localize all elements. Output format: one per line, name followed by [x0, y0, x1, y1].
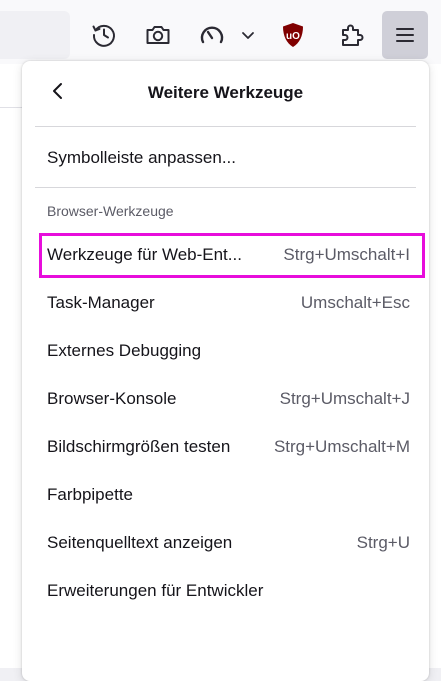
menu-item-label: Browser-Konsole: [47, 389, 177, 408]
extensions-button[interactable]: [329, 12, 373, 58]
menu-item-shortcut: Umschalt+Esc: [300, 293, 410, 312]
screenshot-button[interactable]: [136, 12, 180, 58]
svg-text:uO: uO: [286, 31, 300, 42]
menu-item-label: Seitenquelltext anzeigen: [47, 533, 233, 552]
menu-item-label: Werkzeuge für Web-Ent...: [47, 245, 242, 264]
camera-icon: [144, 21, 172, 49]
menu-item-browser-console[interactable]: Browser-Konsole Strg+Umschalt+J: [36, 379, 420, 419]
page-divider: [0, 107, 22, 108]
menu-item-shortcut: Strg+U: [356, 533, 410, 552]
menu-item-remote-debugging[interactable]: Externes Debugging: [36, 331, 420, 371]
menu-item-eyedropper[interactable]: Farbpipette: [36, 475, 420, 515]
menu-item-extensions-for-developers[interactable]: Erweiterungen für Entwickler: [36, 571, 420, 611]
customize-toolbar-label: Symbolleiste anpassen...: [47, 148, 236, 167]
panel-title: Weitere Werkzeuge: [147, 83, 304, 102]
menu-item-label: Farbpipette: [47, 485, 133, 504]
chevron-down-icon: [240, 27, 256, 43]
menu-item-label: Externes Debugging: [47, 341, 202, 360]
more-tools-panel: Weitere Werkzeuge Symbolleiste anpassen.…: [22, 61, 429, 681]
browser-toolbar: uO: [0, 0, 441, 64]
gauge-dropdown-button[interactable]: [228, 12, 268, 58]
menu-item-task-manager[interactable]: Task-Manager Umschalt+Esc: [36, 283, 420, 323]
section-heading-browser-tools: Browser-Werkzeuge: [47, 203, 174, 219]
ublock-origin-button[interactable]: uO: [271, 12, 315, 58]
menu-item-shortcut: Strg+Umschalt+I: [283, 245, 410, 264]
panel-header: Weitere Werkzeuge: [22, 61, 429, 125]
menu-item-label: Task-Manager: [47, 293, 155, 312]
menu-item-label: Erweiterungen für Entwickler: [47, 581, 264, 600]
hamburger-menu-icon: [394, 24, 416, 46]
url-bar[interactable]: [0, 11, 70, 59]
menu-item-view-page-source[interactable]: Seitenquelltext anzeigen Strg+U: [36, 523, 420, 563]
menu-item-shortcut: Strg+Umschalt+J: [279, 389, 410, 408]
separator: [35, 187, 416, 188]
separator: [35, 126, 416, 127]
menu-item-responsive-design-mode[interactable]: Bildschirmgrößen testen Strg+Umschalt+M: [36, 427, 420, 467]
history-icon: [90, 21, 118, 49]
history-button[interactable]: [82, 12, 126, 58]
app-menu-button[interactable]: [382, 11, 428, 59]
ublock-origin-icon: uO: [280, 21, 306, 49]
customize-toolbar-item[interactable]: Symbolleiste anpassen...: [36, 138, 420, 178]
gauge-icon: [198, 21, 226, 49]
menu-item-web-developer-tools[interactable]: Werkzeuge für Web-Ent... Strg+Umschalt+I: [36, 235, 420, 275]
menu-item-label: Bildschirmgrößen testen: [47, 437, 231, 456]
menu-item-shortcut: Strg+Umschalt+M: [273, 437, 410, 456]
puzzle-extensions-icon: [337, 21, 365, 49]
